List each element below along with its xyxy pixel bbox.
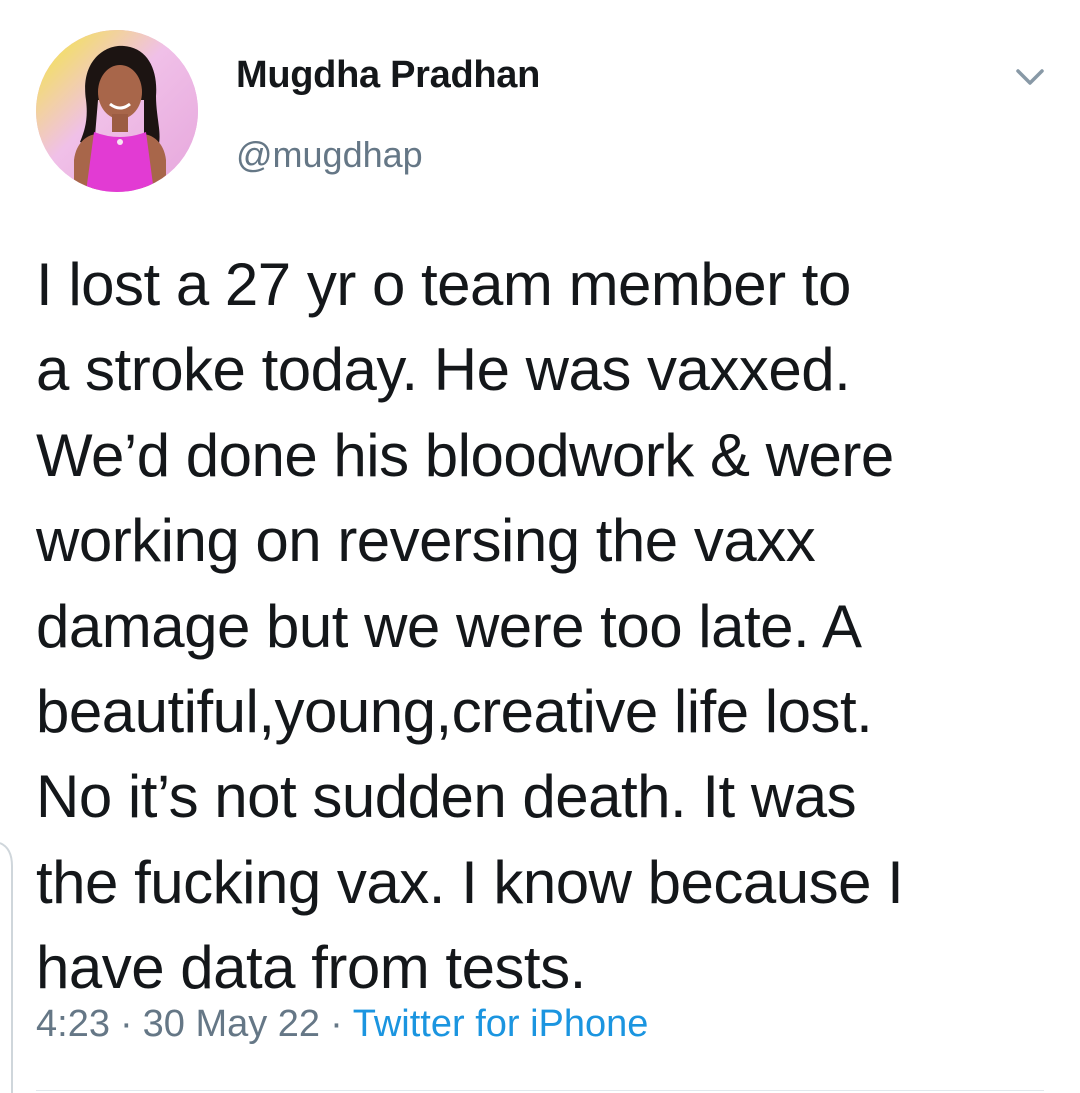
tweet-text-line: the fucking vax. I know because I [36,848,904,916]
tweet-text-line: damage but we were too late. A [36,592,862,660]
tweet-text-line: working on reversing the vaxx [36,507,816,575]
tweet-time[interactable]: 4:23 [36,1003,110,1045]
tweet-text-line: have data from tests. [36,934,586,1002]
tweet-source-link[interactable]: Twitter for iPhone [353,1003,649,1045]
tweet-text-line: a stroke today. He was vaxxed. [36,336,851,404]
author-handle[interactable]: @mugdhap [236,134,423,176]
avatar-photo [36,30,198,192]
tweet-metadata: 4:23 · 30 May 22 · Twitter for iPhone [36,1003,648,1046]
tweet-date[interactable]: 30 May 22 [143,1003,320,1045]
edge-artifact [0,842,13,1093]
author-avatar[interactable] [36,30,198,192]
tweet-text-line: beautiful,young,creative life lost. [36,678,873,746]
meta-separator: · [330,1003,343,1045]
tweet-text-line: I lost a 27 yr o team member to [36,251,851,318]
divider [36,1090,1044,1091]
tweet-text-line: We’d done his bloodwork & were [36,421,894,489]
tweet-text: I lost a 27 yr o team member to a stroke… [36,242,1056,1011]
meta-separator: · [119,1003,133,1045]
author-display-name[interactable]: Mugdha Pradhan [236,54,540,97]
chevron-down-icon[interactable] [1006,58,1054,98]
tweet-text-line: No it’s not sudden death. It was [36,763,857,831]
tweet-card: Mugdha Pradhan @mugdhap I lost a 27 yr o… [0,0,1080,1093]
